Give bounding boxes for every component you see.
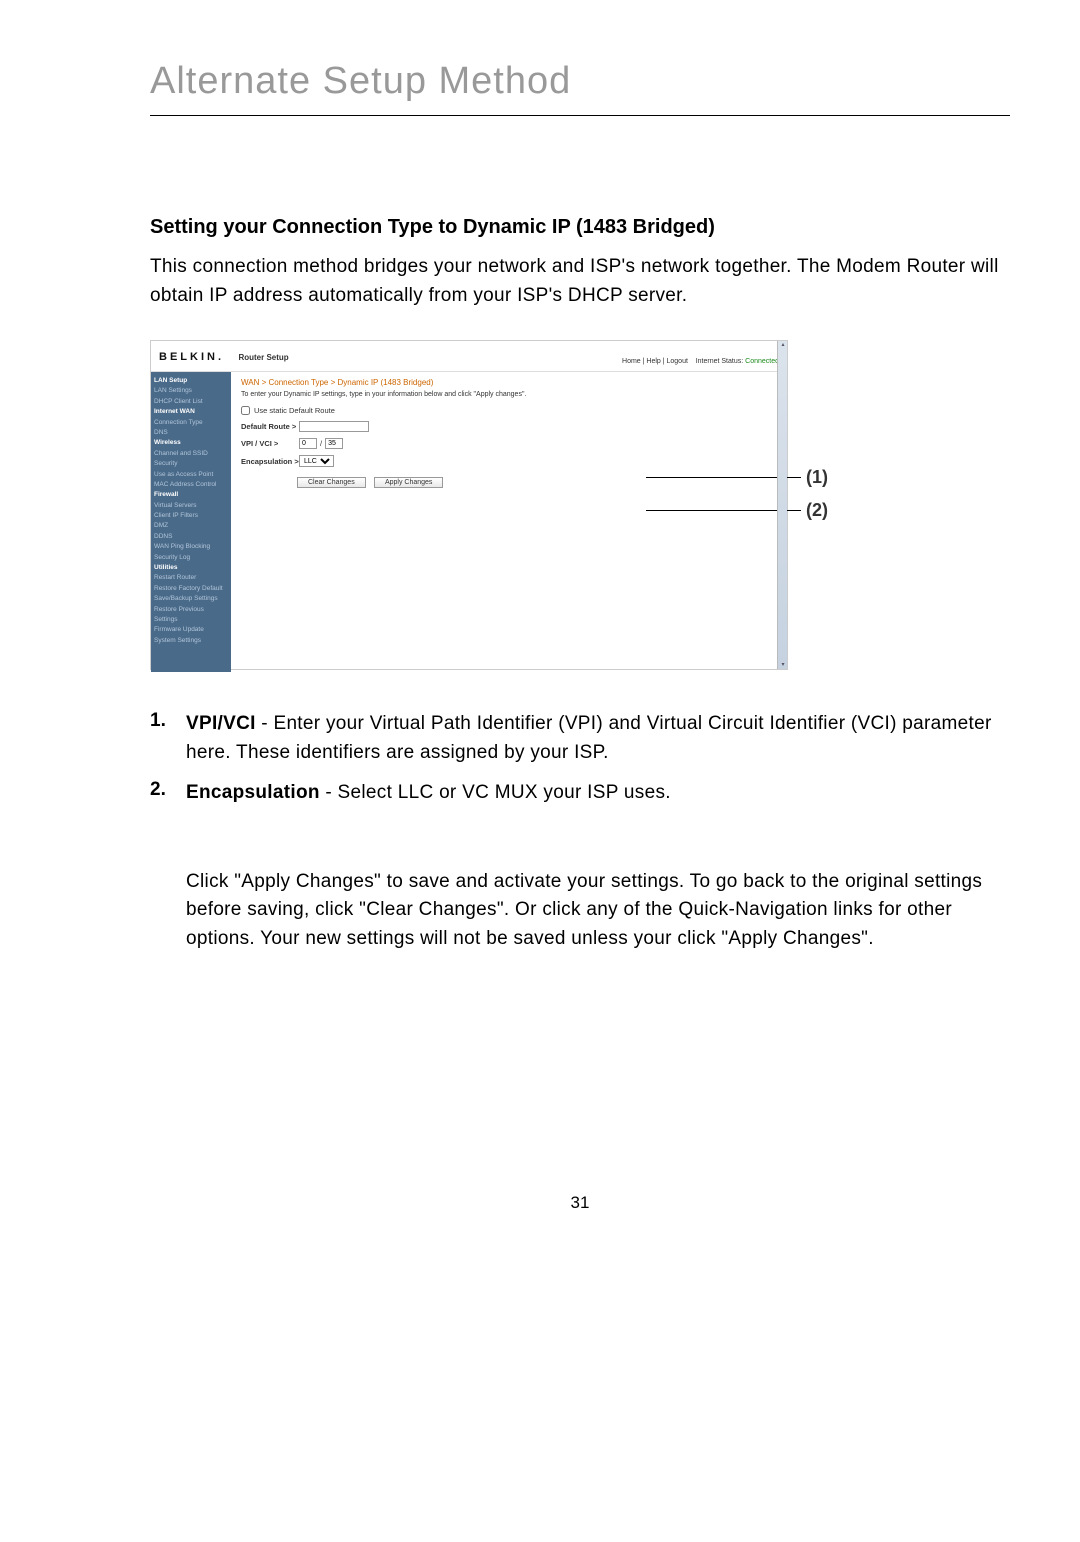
default-route-input[interactable] (299, 421, 369, 432)
static-route-label: Use static Default Route (254, 406, 335, 415)
sidebar-lan-setup[interactable]: LAN Setup (154, 376, 228, 386)
top-links-nav[interactable]: Home | Help | Logout (622, 358, 688, 365)
sidebar-item[interactable]: Use as Access Point (154, 470, 228, 480)
sidebar-utilities[interactable]: Utilities (154, 563, 228, 573)
sidebar-item[interactable]: DHCP Client List (154, 397, 228, 407)
scroll-down-icon[interactable]: ▾ (779, 661, 787, 669)
encapsulation-bold: Encapsulation (186, 782, 320, 803)
sidebar: LAN Setup LAN Settings DHCP Client List … (151, 372, 231, 672)
sidebar-item[interactable]: DDNS (154, 532, 228, 542)
top-links: Home | Help | Logout Internet Status: Co… (622, 358, 779, 365)
sidebar-wireless[interactable]: Wireless (154, 438, 228, 448)
list-number: 2. (150, 779, 186, 801)
sidebar-item[interactable]: Security Log (154, 553, 228, 563)
sidebar-item[interactable]: Restore Previous Settings (154, 605, 228, 626)
router-screenshot: BELKIN. Router Setup Home | Help | Logou… (150, 340, 788, 670)
page-number: 31 (150, 1193, 1010, 1213)
sidebar-item[interactable]: System Settings (154, 636, 228, 646)
router-setup-label: Router Setup (238, 353, 288, 362)
list-number: 1. (150, 710, 186, 732)
breadcrumb: WAN > Connection Type > Dynamic IP (1483… (241, 378, 777, 387)
vpi-vci-label: VPI / VCI > (241, 439, 299, 448)
scroll-up-icon[interactable]: ▴ (779, 341, 787, 349)
list-item-1: 1.VPI/VCI - Enter your Virtual Path Iden… (186, 710, 1010, 767)
sidebar-item[interactable]: WAN Ping Blocking (154, 542, 228, 552)
clear-changes-button[interactable]: Clear Changes (297, 477, 366, 488)
status-label: Internet Status: (696, 358, 743, 365)
vpi-vci-text: - Enter your Virtual Path Identifier (VP… (186, 713, 992, 763)
scr-header: BELKIN. Router Setup Home | Help | Logou… (151, 341, 787, 372)
sidebar-item[interactable]: Connection Type (154, 418, 228, 428)
sidebar-firewall[interactable]: Firewall (154, 490, 228, 500)
scr-main: WAN > Connection Type > Dynamic IP (1483… (231, 372, 787, 672)
section-heading: Setting your Connection Type to Dynamic … (150, 216, 1010, 239)
sidebar-item[interactable]: Channel and SSID (154, 449, 228, 459)
encapsulation-label: Encapsulation > (241, 457, 299, 466)
sidebar-item[interactable]: Restore Factory Default (154, 584, 228, 594)
instruction-text: To enter your Dynamic IP settings, type … (241, 391, 777, 398)
sidebar-item[interactable]: DNS (154, 428, 228, 438)
list-item-2: 2.Encapsulation - Select LLC or VC MUX y… (186, 779, 1010, 808)
page-title: Alternate Setup Method (150, 60, 1010, 116)
vpi-input[interactable] (299, 438, 317, 449)
callout-2: (2) (806, 500, 828, 521)
intro-paragraph: This connection method bridges your netw… (150, 253, 1010, 310)
sidebar-item[interactable]: Virtual Servers (154, 501, 228, 511)
vpi-vci-bold: VPI/VCI (186, 713, 256, 734)
sidebar-internet-wan[interactable]: Internet WAN (154, 407, 228, 417)
encapsulation-text: - Select LLC or VC MUX your ISP uses. (320, 782, 671, 803)
status-value: Connected (745, 358, 779, 365)
closing-paragraph: Click "Apply Changes" to save and activa… (186, 868, 1010, 954)
static-route-checkbox[interactable] (241, 406, 250, 415)
sidebar-item[interactable]: LAN Settings (154, 386, 228, 396)
slash-sep: / (320, 439, 322, 448)
scrollbar[interactable]: ▴ ▾ (777, 341, 787, 669)
callout-1: (1) (806, 467, 828, 488)
sidebar-item[interactable]: Client IP Filters (154, 511, 228, 521)
brand-logo: BELKIN. (159, 351, 224, 363)
vci-input[interactable] (325, 438, 343, 449)
sidebar-item[interactable]: Security (154, 459, 228, 469)
default-route-label: Default Route > (241, 422, 299, 431)
sidebar-item[interactable]: MAC Address Control (154, 480, 228, 490)
apply-changes-button[interactable]: Apply Changes (374, 477, 443, 488)
encapsulation-select[interactable]: LLC (299, 455, 334, 467)
sidebar-item[interactable]: Firmware Update (154, 625, 228, 635)
sidebar-item[interactable]: Save/Backup Settings (154, 594, 228, 604)
sidebar-item[interactable]: DMZ (154, 521, 228, 531)
sidebar-item[interactable]: Restart Router (154, 573, 228, 583)
